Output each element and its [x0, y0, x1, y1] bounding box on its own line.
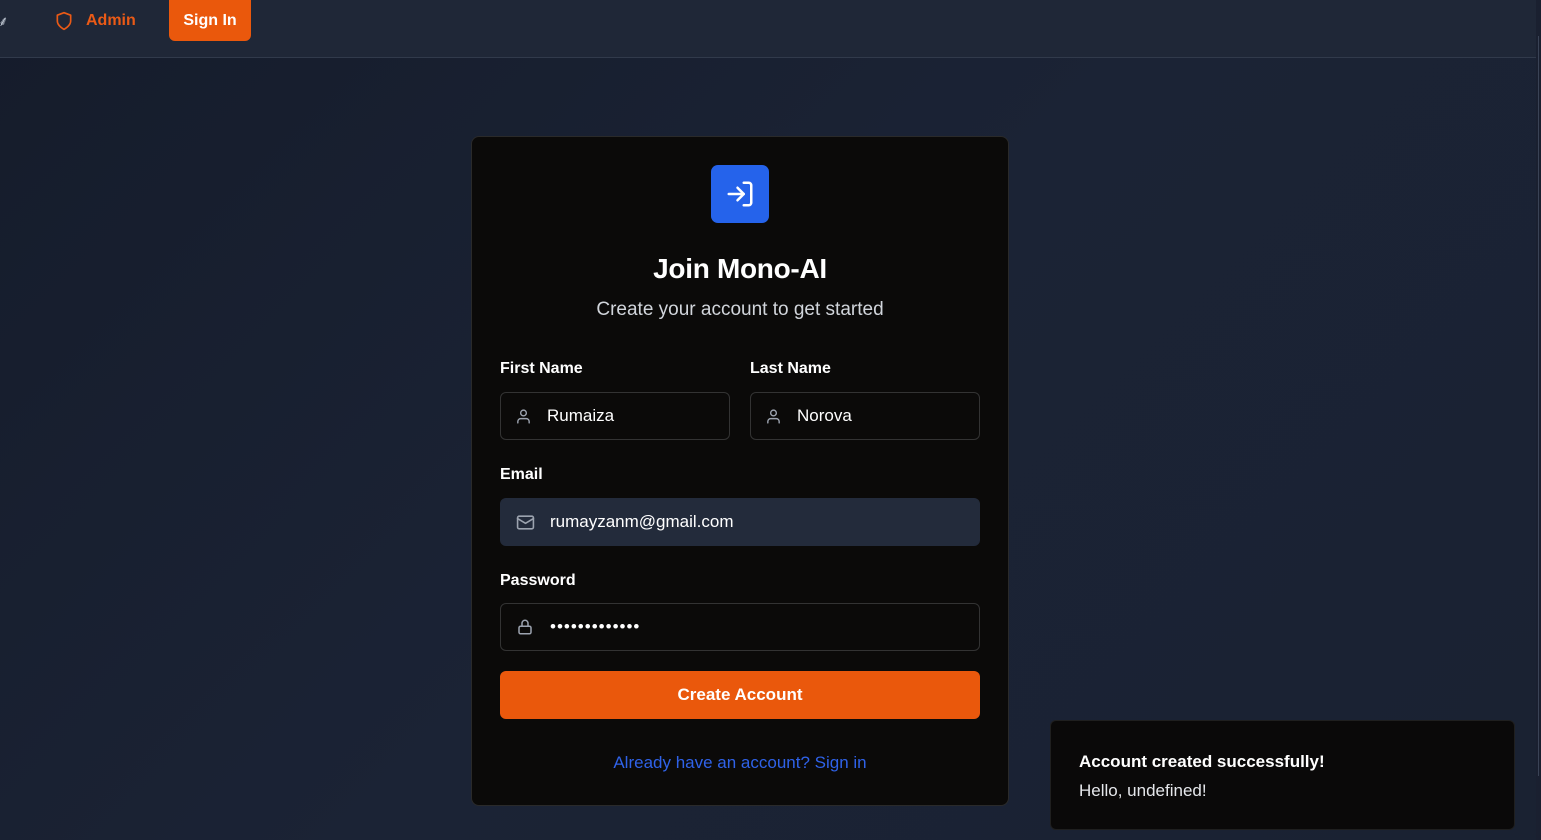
first-name-label: First Name — [500, 360, 583, 377]
last-name-field-wrapper — [750, 392, 1018, 440]
toast-description: Hello, undefined! — [1079, 781, 1207, 800]
toast-title: Account created successfully! — [1079, 752, 1325, 771]
first-name-input[interactable] — [547, 393, 768, 439]
last-name-input[interactable] — [797, 393, 1018, 439]
first-name-field-wrapper — [500, 392, 768, 440]
password-label: Password — [500, 572, 576, 589]
nav-admin-label: Admin — [86, 12, 136, 29]
log-in-icon — [711, 165, 769, 223]
user-icon — [765, 406, 782, 426]
password-input[interactable] — [550, 604, 979, 650]
nav-sign-in-button[interactable]: Sign In — [169, 0, 251, 41]
create-account-button[interactable]: Create Account — [500, 671, 980, 719]
lock-icon — [515, 617, 535, 637]
nav-admin-link[interactable]: Admin — [54, 7, 136, 35]
shield-icon — [54, 11, 74, 31]
page-title: Join Mono-AI — [653, 253, 827, 284]
scrollbar[interactable] — [1536, 0, 1541, 840]
email-field-wrapper — [500, 498, 980, 546]
page-subtitle: Create your account to get started — [596, 299, 884, 320]
sign-in-link[interactable]: Already have an account? Sign in — [472, 753, 1008, 773]
success-toast: Account created successfully! Hello, und… — [1050, 720, 1515, 830]
email-label: Email — [500, 466, 543, 483]
email-input[interactable] — [550, 499, 979, 545]
signup-card: Join Mono-AI Create your account to get … — [471, 136, 1018, 806]
password-field-wrapper — [500, 603, 980, 651]
nav-edge-glyph: ⸙ — [0, 12, 9, 31]
top-nav-bar: ⸙ Admin Sign In — [0, 0, 1536, 58]
last-name-label: Last Name — [750, 360, 831, 377]
user-icon — [515, 406, 532, 426]
mail-icon — [515, 512, 535, 532]
